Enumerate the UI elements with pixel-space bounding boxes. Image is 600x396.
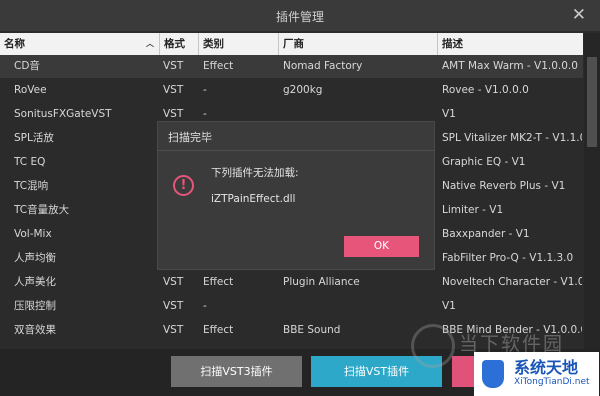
cell-name: TC音量放大 (14, 204, 70, 216)
cell-category (203, 343, 277, 348)
scrollbar-thumb[interactable] (587, 57, 597, 147)
cell-category: Effect (203, 324, 234, 336)
table-row[interactable]: 人声美化 VST Effect Plugin Alliance Noveltech Ch… (0, 271, 583, 294)
cell-description: SPL Vitalizer MK2-T - V1.1.0.0 (442, 132, 582, 144)
ok-button[interactable]: OK (344, 236, 419, 257)
cell-name: RoVee (14, 84, 47, 96)
cell-format: VST (163, 276, 184, 288)
cell-format: VST (163, 60, 184, 72)
cell-format (163, 343, 197, 348)
table-row[interactable]: RoVee VST - g200kg Rovee - V1.0.0.0 (0, 79, 583, 102)
table-row[interactable]: CD音 VST Effect Nomad Factory AMT Max Warm - … (0, 55, 583, 78)
cell-category: - (203, 84, 207, 96)
table-row[interactable]: 压限控制 VST - V1 (0, 295, 583, 318)
scan-complete-dialog: 扫描完毕 ! 下列插件无法加载: iZTPainEffect.dll OK (157, 121, 435, 270)
cell-description: Limiter - V1 (442, 204, 504, 216)
cell-description: Graphic EQ - V1 (442, 156, 526, 168)
cell-description: FabFilter Pro-Q - V1.1.3.0 (442, 252, 574, 264)
sort-ascending-icon: ︿ (146, 39, 154, 48)
cell-name: SPL活放 (14, 132, 54, 144)
cell-name: CD音 (14, 60, 40, 72)
column-header-vendor[interactable]: 厂商 (279, 33, 438, 55)
scan-vst3-button[interactable]: 扫描VST3插件 (171, 356, 302, 387)
cell-format: VST (163, 84, 184, 96)
dialog-title: 扫描完毕 (168, 131, 212, 144)
cell-category: - (203, 300, 207, 312)
column-header-description[interactable]: 描述 (438, 33, 583, 55)
watermark-logo-sub: XiTongTianDi.net (514, 377, 590, 387)
cell-name: 人声均衡 (14, 252, 56, 264)
cell-vendor: Plugin Alliance (283, 276, 360, 288)
cell-description: AMT Max Warm - V1.0.0.0 (442, 60, 578, 72)
cell-description: Baxxpander - V1 (442, 228, 530, 240)
cell-name: SonitusFXGateVST (14, 108, 112, 120)
column-header-category[interactable]: 类别 (199, 33, 279, 55)
cell-name: 双音效果 (14, 324, 56, 336)
cell-vendor: Nomad Factory (283, 60, 363, 72)
warning-icon: ! (173, 175, 194, 196)
window-title: 插件管理 (275, 10, 324, 24)
cell-name (14, 343, 154, 348)
cell-description: Native Reverb Plus - V1 (442, 180, 566, 192)
watermark-circle-icon (411, 324, 455, 368)
dialog-title-bar: 扫描完毕 (158, 122, 434, 151)
cell-description: Rovee - V1.0.0.0 (442, 84, 529, 96)
failed-plugin-file: iZTPainEffect.dll (211, 193, 296, 205)
dialog-message: 下列插件无法加载: (211, 167, 299, 179)
cell-category: Effect (203, 60, 234, 72)
close-icon[interactable]: ✕ (572, 5, 586, 25)
cell-format: VST (163, 324, 184, 336)
title-bar: 插件管理 ✕ (0, 0, 600, 31)
cell-vendor: g200kg (283, 84, 323, 96)
column-header-format[interactable]: 格式 (160, 33, 199, 55)
vertical-scrollbar[interactable] (584, 33, 600, 349)
column-header-name[interactable]: 名称 (0, 33, 160, 55)
cell-name: TC EQ (14, 156, 46, 168)
cell-format: VST (163, 300, 184, 312)
cell-description: V1 (442, 300, 456, 312)
table-header: 名称 ︿ 格式 类别 厂商 描述 (0, 33, 583, 55)
cell-name: TC混响 (14, 180, 49, 192)
cell-name: 压限控制 (14, 300, 56, 312)
cell-category: Effect (203, 276, 234, 288)
cell-name: Vol-Mix (14, 228, 52, 240)
cell-vendor (283, 295, 436, 318)
watermark-logo-main: 系统天地 (514, 358, 579, 377)
watermark-shield-icon (482, 360, 504, 388)
cell-description: Noveltech Character - V1.0.0.0 (442, 276, 582, 288)
cell-name: 人声美化 (14, 276, 56, 288)
cell-description: V1 (442, 108, 456, 120)
